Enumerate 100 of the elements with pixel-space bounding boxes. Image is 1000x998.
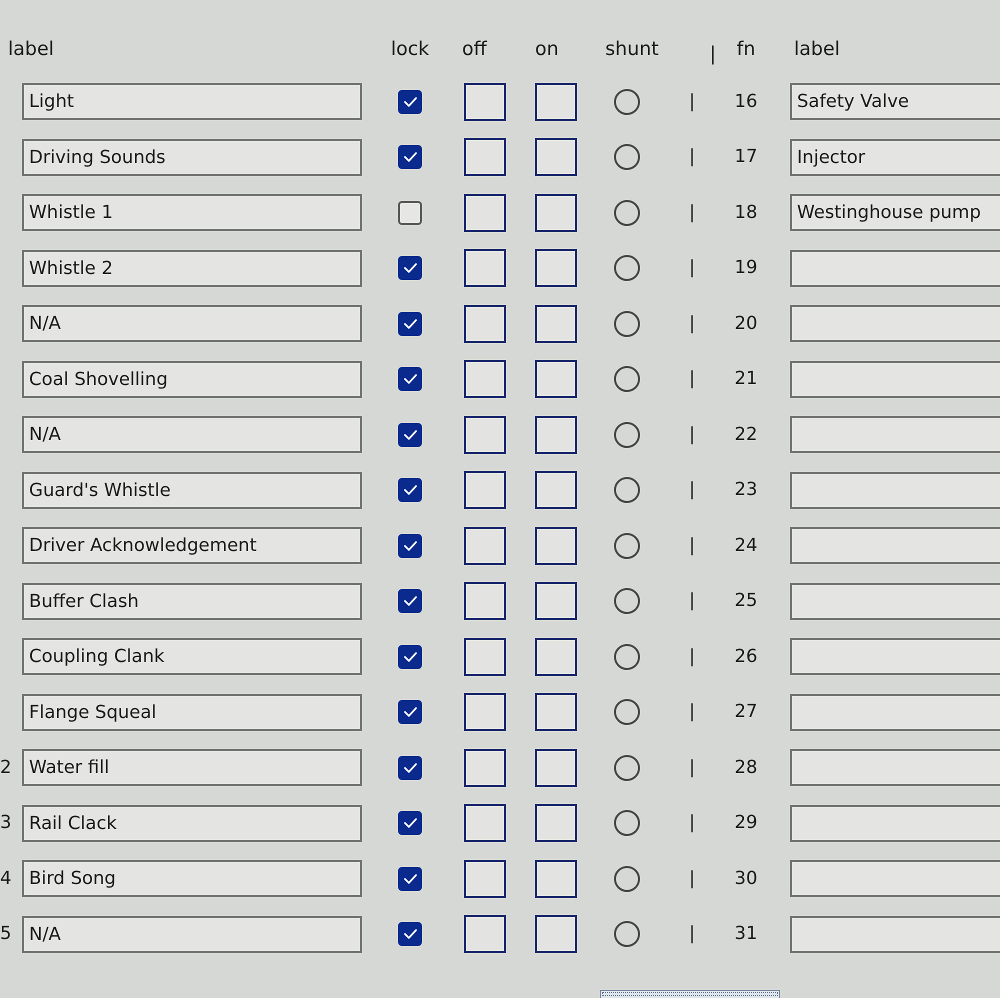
off-checkbox[interactable]	[464, 304, 506, 343]
label-field[interactable]	[790, 582, 1000, 620]
off-checkbox[interactable]	[464, 249, 506, 288]
lock-checkbox[interactable]	[398, 90, 422, 114]
lock-checkbox[interactable]	[398, 478, 422, 502]
lock-checkbox[interactable]	[398, 922, 422, 946]
on-checkbox[interactable]	[535, 526, 577, 565]
label-field[interactable]: Whistle 2	[22, 250, 362, 287]
label-field[interactable]	[790, 360, 1000, 398]
column-separator: |	[688, 479, 696, 502]
lock-checkbox[interactable]	[398, 367, 422, 392]
label-field[interactable]	[790, 694, 1000, 731]
on-checkbox[interactable]	[535, 915, 577, 954]
off-checkbox[interactable]	[464, 582, 506, 620]
shunt-radio[interactable]	[614, 532, 640, 559]
label-field[interactable]: Flange Squeal	[22, 694, 362, 731]
on-checkbox[interactable]	[535, 638, 577, 676]
label-field[interactable]: Guard's Whistle	[22, 472, 362, 509]
shunt-radio[interactable]	[614, 588, 640, 614]
label-field[interactable]: Bird Song	[22, 860, 362, 898]
label-field[interactable]: N/A	[22, 916, 362, 953]
on-checkbox[interactable]	[535, 693, 577, 732]
shunt-radio[interactable]	[614, 366, 640, 392]
off-checkbox[interactable]	[464, 526, 506, 565]
shunt-radio[interactable]	[614, 921, 640, 948]
off-checkbox[interactable]	[464, 360, 506, 398]
off-checkbox[interactable]	[464, 748, 506, 787]
label-field[interactable]: Rail Clack	[22, 804, 362, 842]
label-field[interactable]: Coupling Clank	[22, 638, 362, 676]
shunt-radio[interactable]	[614, 88, 640, 115]
label-field[interactable]	[790, 416, 1000, 454]
off-checkbox[interactable]	[464, 860, 506, 898]
label-field[interactable]	[790, 860, 1000, 898]
on-checkbox[interactable]	[535, 138, 577, 176]
lock-checkbox[interactable]	[398, 422, 422, 447]
label-field[interactable]	[790, 749, 1000, 786]
lock-checkbox[interactable]	[398, 534, 422, 558]
on-checkbox[interactable]	[535, 416, 577, 454]
on-checkbox[interactable]	[535, 471, 577, 510]
label-field[interactable]	[790, 250, 1000, 287]
shunt-radio[interactable]	[614, 644, 640, 670]
label-field[interactable]: Light	[22, 83, 362, 120]
on-checkbox[interactable]	[535, 249, 577, 288]
column-separator: |	[688, 534, 696, 557]
label-field[interactable]	[790, 804, 1000, 842]
off-checkbox[interactable]	[464, 82, 506, 121]
label-field[interactable]	[790, 305, 1000, 342]
off-checkbox[interactable]	[464, 693, 506, 732]
label-field[interactable]	[790, 527, 1000, 564]
shunt-radio[interactable]	[614, 477, 640, 504]
label-field[interactable]: Injector	[790, 138, 1000, 176]
shunt-radio[interactable]	[614, 422, 640, 448]
label-field[interactable]: Water fill	[22, 749, 362, 786]
shunt-radio[interactable]	[614, 144, 640, 170]
label-field[interactable]: N/A	[22, 305, 362, 342]
label-field[interactable]: Whistle 1	[22, 194, 362, 232]
footer-button[interactable]	[600, 990, 780, 998]
lock-checkbox[interactable]	[398, 644, 422, 669]
off-checkbox[interactable]	[464, 471, 506, 510]
on-checkbox[interactable]	[535, 860, 577, 898]
off-checkbox[interactable]	[464, 915, 506, 954]
label-field[interactable]: Coal Shovelling	[22, 360, 362, 398]
off-checkbox[interactable]	[464, 138, 506, 176]
label-field[interactable]	[790, 638, 1000, 676]
on-checkbox[interactable]	[535, 82, 577, 121]
on-checkbox[interactable]	[535, 582, 577, 620]
lock-checkbox[interactable]	[398, 200, 422, 225]
shunt-radio[interactable]	[614, 310, 640, 337]
label-field[interactable]: Buffer Clash	[22, 582, 362, 620]
lock-checkbox[interactable]	[398, 700, 422, 724]
label-field[interactable]: N/A	[22, 416, 362, 454]
on-checkbox[interactable]	[535, 304, 577, 343]
label-field[interactable]: Westinghouse pump	[790, 194, 1000, 232]
on-checkbox[interactable]	[535, 360, 577, 398]
lock-checkbox[interactable]	[398, 866, 422, 891]
off-checkbox[interactable]	[464, 194, 506, 232]
label-field[interactable]	[790, 916, 1000, 953]
lock-checkbox[interactable]	[398, 811, 422, 836]
shunt-radio[interactable]	[614, 754, 640, 781]
off-checkbox[interactable]	[464, 638, 506, 676]
lock-checkbox[interactable]	[398, 256, 422, 280]
off-checkbox[interactable]	[464, 804, 506, 842]
on-checkbox[interactable]	[535, 194, 577, 232]
shunt-radio[interactable]	[614, 810, 640, 836]
lock-checkbox[interactable]	[398, 756, 422, 780]
label-field[interactable]: Driver Acknowledgement	[22, 527, 362, 564]
shunt-radio[interactable]	[614, 255, 640, 282]
label-field[interactable]: Safety Valve	[790, 83, 1000, 120]
shunt-radio[interactable]	[614, 699, 640, 726]
off-checkbox[interactable]	[464, 416, 506, 454]
lock-checkbox[interactable]	[398, 145, 422, 170]
on-checkbox[interactable]	[535, 804, 577, 842]
lock-checkbox[interactable]	[398, 312, 422, 336]
shunt-radio[interactable]	[614, 866, 640, 892]
check-icon	[404, 96, 416, 107]
shunt-radio[interactable]	[614, 200, 640, 226]
label-field[interactable]	[790, 472, 1000, 509]
label-field[interactable]: Driving Sounds	[22, 138, 362, 176]
on-checkbox[interactable]	[535, 748, 577, 787]
lock-checkbox[interactable]	[398, 589, 422, 614]
